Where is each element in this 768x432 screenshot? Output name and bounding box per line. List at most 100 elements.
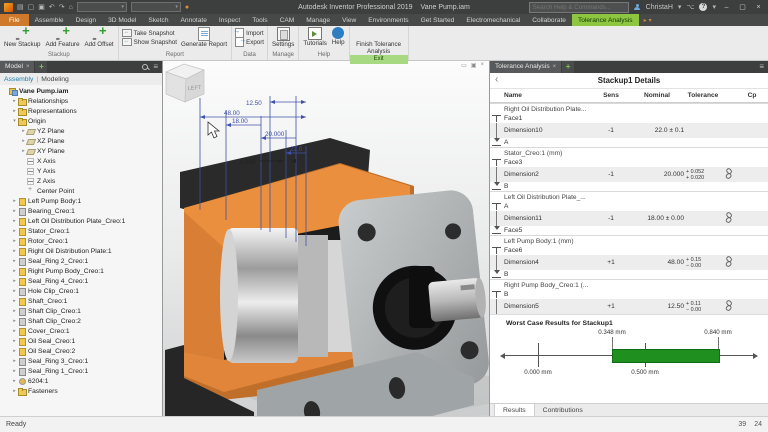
- help-icon[interactable]: ?: [699, 3, 707, 11]
- tree-item-stator-creo-1[interactable]: ▸Stator_Creo:1: [0, 226, 162, 236]
- ribbon-tab-manage[interactable]: Manage: [300, 14, 336, 26]
- button-show-snapshot[interactable]: Show Snapshot: [122, 38, 177, 46]
- tree-item-6204-1[interactable]: ▸6204:1: [0, 376, 162, 386]
- tree-item-bearing-creo-1[interactable]: ▸Bearing_Creo:1: [0, 206, 162, 216]
- button-help[interactable]: Help: [331, 27, 346, 46]
- component-row[interactable]: Left Oil Distribution Plate_...: [490, 191, 768, 202]
- tree-item-origin[interactable]: ▾Origin: [0, 116, 162, 126]
- close-icon[interactable]: ×: [26, 64, 30, 70]
- redo-icon[interactable]: ↷: [59, 4, 65, 11]
- dimension-label[interactable]: 48.00: [224, 110, 240, 117]
- appearance-icon[interactable]: ●: [185, 4, 189, 11]
- ribbon-tab-view[interactable]: View: [336, 14, 362, 26]
- tree-item-representations[interactable]: ▸Representations: [0, 106, 162, 116]
- inventor-logo-icon[interactable]: [4, 3, 13, 12]
- tree-item-center-point[interactable]: Center Point: [0, 186, 162, 196]
- tree-item-shaft-clip-creo-2[interactable]: ▸Shaft Clip_Creo:2: [0, 316, 162, 326]
- button-add-feature[interactable]: Add Feature: [44, 27, 80, 48]
- user-chevron-icon[interactable]: ▾: [678, 4, 682, 11]
- link-icon[interactable]: [722, 211, 735, 224]
- tree-item-vane-pump-iam[interactable]: Vane Pump.iam: [0, 86, 162, 96]
- component-row[interactable]: Left Pump Body:1 (mm): [490, 235, 768, 246]
- tree-item-hole-clip-creo-1[interactable]: ▸Hole Clip_Creo:1: [0, 286, 162, 296]
- tab-tolerance-analysis[interactable]: Tolerance Analysis ×: [490, 60, 561, 73]
- dimension-row[interactable]: Dimension10-122.0 ± 0.1: [490, 123, 768, 138]
- face-row[interactable]: Face5: [490, 226, 768, 235]
- tree-item-left-oil-distribution-plate-creo-1[interactable]: ▸Left Oil Distribution Plate_Creo:1: [0, 216, 162, 226]
- ribbon-tab-annotate[interactable]: Annotate: [175, 14, 213, 26]
- link-icon[interactable]: [722, 299, 735, 312]
- ribbon-tab-cam[interactable]: CAM: [274, 14, 301, 26]
- component-row[interactable]: Right Oil Distribution Plate...: [490, 103, 768, 114]
- tree-item-shaft-clip-creo-1[interactable]: ▸Shaft Clip_Creo:1: [0, 306, 162, 316]
- dimension-row[interactable]: Dimension2-120.000+ 0.052+ 0.020: [490, 167, 768, 182]
- ribbon-tab-3d-model[interactable]: 3D Model: [102, 14, 142, 26]
- face-row[interactable]: B: [490, 270, 768, 279]
- link-icon[interactable]: [722, 167, 735, 180]
- viewport-restore-icon[interactable]: ▣: [471, 62, 477, 69]
- restore-button[interactable]: ▢: [737, 3, 748, 11]
- face-row[interactable]: Face6: [490, 246, 768, 255]
- mode-assembly-link[interactable]: Assembly: [4, 76, 33, 83]
- search-input[interactable]: [529, 2, 629, 13]
- new-file-icon[interactable]: ▤: [17, 4, 24, 11]
- close-icon[interactable]: ×: [553, 64, 557, 70]
- material-dropdown[interactable]: ▾: [77, 2, 127, 12]
- undo-icon[interactable]: ↶: [49, 4, 55, 11]
- add-tab-button[interactable]: +: [562, 60, 574, 73]
- tree-item-seal-ring-2-creo-1[interactable]: ▸Seal_Ring 2_Creo:1: [0, 256, 162, 266]
- viewport-close-icon[interactable]: ×: [480, 62, 484, 69]
- back-button[interactable]: ‹: [495, 74, 498, 85]
- viewport-minimize-icon[interactable]: ▭: [461, 62, 467, 69]
- face-row[interactable]: Face1: [490, 114, 768, 123]
- ribbon-tab-inspect[interactable]: Inspect: [213, 14, 246, 26]
- tree-item-shaft-creo-1[interactable]: ▸Shaft_Creo:1: [0, 296, 162, 306]
- dimension-row[interactable]: Dimension5+112.50+ 0.11− 0.00: [490, 299, 768, 314]
- face-row[interactable]: B: [490, 290, 768, 299]
- button-new-stackup[interactable]: New Stackup: [3, 27, 41, 48]
- ribbon-tab-tools[interactable]: Tools: [246, 14, 273, 26]
- button-tutorials[interactable]: Tutorials: [302, 27, 328, 47]
- dimension-label[interactable]: 12.50: [246, 100, 262, 107]
- ribbon-tab-tolerance-analysis[interactable]: Tolerance Analysis: [572, 14, 639, 26]
- tree-item-seal-ring-1-creo-1[interactable]: ▸Seal_Ring 1_Creo:1: [0, 366, 162, 376]
- open-icon[interactable]: ▢: [28, 4, 35, 11]
- component-row[interactable]: Right Pump Body_Creo:1 (...: [490, 279, 768, 290]
- ribbon-tab-design[interactable]: Design: [70, 14, 103, 26]
- tree-item-xy-plane[interactable]: ▸XY Plane: [0, 146, 162, 156]
- ribbon-tab-environments[interactable]: Environments: [362, 14, 414, 26]
- view-cube[interactable]: LEFT: [162, 60, 208, 108]
- help-chevron-icon[interactable]: ▾: [712, 4, 716, 11]
- tree-item-oil-seal-creo-1[interactable]: ▸Oil Seal_Creo:1: [0, 336, 162, 346]
- button-take-snapshot[interactable]: Take Snapshot: [122, 29, 177, 37]
- dimension-label[interactable]: 18.00: [232, 118, 248, 125]
- button-generate-report[interactable]: Generate Report: [180, 27, 228, 48]
- tree-item-seal-ring-4-creo-1[interactable]: ▸Seal_Ring 4_Creo:1: [0, 276, 162, 286]
- link-icon[interactable]: [722, 255, 735, 268]
- minimize-button[interactable]: –: [721, 4, 732, 11]
- search-icon[interactable]: [142, 64, 148, 70]
- tree-item-seal-ring-3-creo-1[interactable]: ▸Seal_Ring 3_Creo:1: [0, 356, 162, 366]
- tree-item-xz-plane[interactable]: ▸XZ Plane: [0, 136, 162, 146]
- face-row[interactable]: Face3: [490, 158, 768, 167]
- ribbon-tab-collaborate[interactable]: Collaborate: [526, 14, 572, 26]
- button-add-offset[interactable]: Add Offset: [84, 27, 115, 48]
- ribbon-tab-get-started[interactable]: Get Started: [415, 14, 461, 26]
- store-icon[interactable]: ⌥: [686, 4, 694, 11]
- button-import[interactable]: Import: [235, 29, 264, 37]
- ribbon-tab-file[interactable]: File: [0, 14, 29, 26]
- mode-modeling-link[interactable]: Modeling: [41, 76, 69, 83]
- ribbon-tab-assemble[interactable]: Assemble: [29, 14, 70, 26]
- menu-icon[interactable]: ≡: [759, 63, 764, 71]
- dimension-row[interactable]: Dimension4+148.00+ 0.15− 0.00: [490, 255, 768, 270]
- tree-item-relationships[interactable]: ▸Relationships: [0, 96, 162, 106]
- tree-item-y-axis[interactable]: Y Axis: [0, 166, 162, 176]
- add-tab-button[interactable]: +: [35, 60, 47, 73]
- menu-icon[interactable]: ≡: [153, 63, 158, 71]
- tree-item-fasteners[interactable]: ▸Fasteners: [0, 386, 162, 396]
- tree-item-x-axis[interactable]: X Axis: [0, 156, 162, 166]
- dimension-label[interactable]: 20.000: [265, 131, 285, 138]
- tree-item-oil-seal-creo-2[interactable]: ▸Oil Seal_Creo:2: [0, 346, 162, 356]
- tree-item-left-pump-body-1[interactable]: ▸Left Pump Body:1: [0, 196, 162, 206]
- ribbon-extra-tools[interactable]: ▸▾: [639, 14, 657, 26]
